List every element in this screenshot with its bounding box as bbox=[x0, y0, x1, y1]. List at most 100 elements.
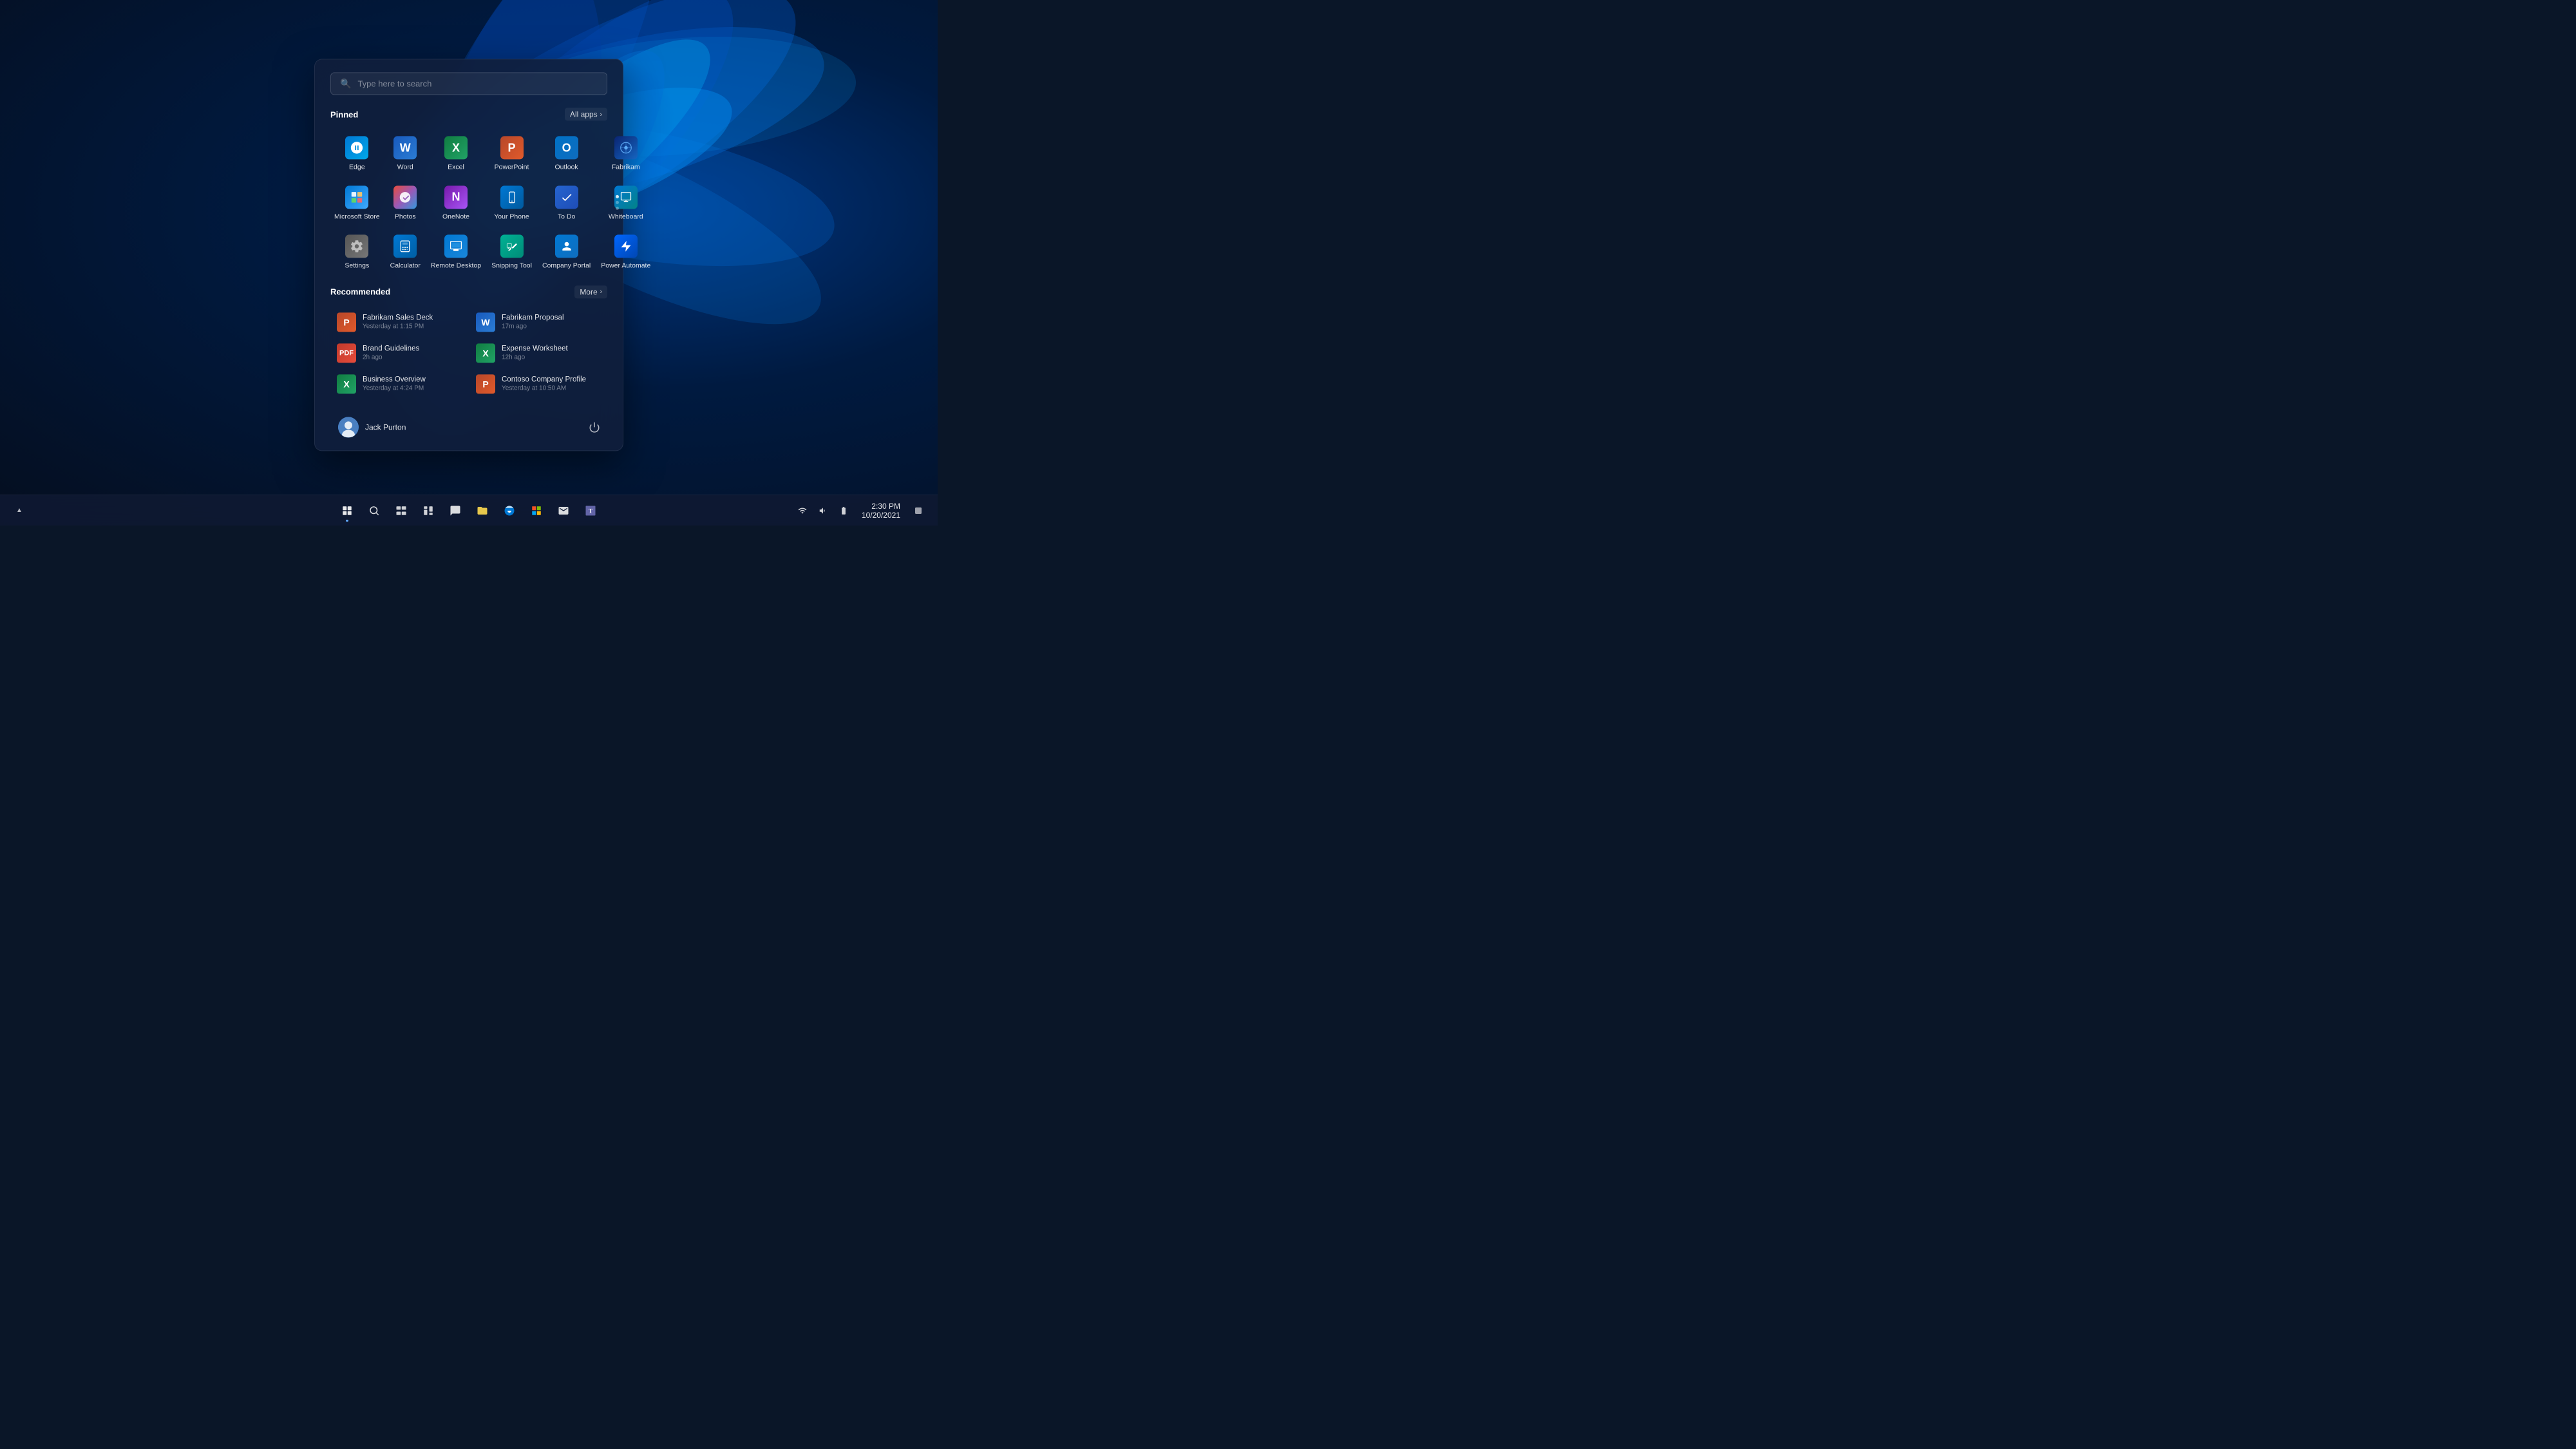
app-whiteboard[interactable]: Whiteboard bbox=[597, 179, 654, 226]
app-your-phone[interactable]: Your Phone bbox=[488, 179, 536, 226]
app-outlook[interactable]: O Outlook bbox=[538, 129, 594, 176]
rec-name-brand-guidelines: Brand Guidelines bbox=[363, 345, 419, 353]
pinned-header: Pinned All apps › bbox=[330, 108, 607, 120]
remote-desktop-label: Remote Desktop bbox=[431, 262, 481, 270]
search-taskbar-button[interactable] bbox=[361, 498, 387, 524]
dot-1 bbox=[616, 195, 619, 198]
svg-text:T: T bbox=[589, 507, 592, 514]
rec-icon-brand-guidelines: PDF bbox=[337, 343, 356, 363]
rec-item-business-overview[interactable]: X Business Overview Yesterday at 4:24 PM bbox=[330, 369, 468, 399]
rec-icon-contoso-company: P bbox=[476, 374, 495, 393]
word-label: Word bbox=[397, 163, 413, 171]
rec-time-expense-worksheet: 12h ago bbox=[502, 354, 568, 361]
rec-item-contoso-company[interactable]: P Contoso Company Profile Yesterday at 1… bbox=[469, 369, 607, 399]
rec-item-expense-worksheet[interactable]: X Expense Worksheet 12h ago bbox=[469, 338, 607, 368]
microsoft-store-icon bbox=[345, 185, 368, 209]
rec-info-expense-worksheet: Expense Worksheet 12h ago bbox=[502, 345, 568, 361]
start-button[interactable] bbox=[334, 498, 360, 524]
pinned-label: Pinned bbox=[330, 109, 358, 119]
search-bar[interactable]: 🔍 Type here to search bbox=[330, 72, 607, 95]
rec-time-fabrikam-proposal: 17m ago bbox=[502, 323, 564, 330]
app-microsoft-store[interactable]: Microsoft Store bbox=[330, 179, 384, 226]
avatar bbox=[338, 417, 359, 437]
recommended-grid: P Fabrikam Sales Deck Yesterday at 1:15 … bbox=[330, 307, 607, 399]
rec-name-contoso-company: Contoso Company Profile bbox=[502, 376, 586, 384]
rec-time-business-overview: Yesterday at 4:24 PM bbox=[363, 385, 426, 392]
expand-tray-button[interactable]: ▲ bbox=[10, 502, 28, 520]
app-photos[interactable]: Photos bbox=[386, 179, 424, 226]
company-portal-label: Company Portal bbox=[542, 262, 591, 270]
app-remote-desktop[interactable]: Remote Desktop bbox=[427, 229, 485, 276]
onenote-icon: N bbox=[444, 185, 468, 209]
notification-button[interactable] bbox=[909, 502, 927, 520]
user-profile-button[interactable]: Jack Purton bbox=[333, 414, 411, 440]
rec-item-fabrikam-sales[interactable]: P Fabrikam Sales Deck Yesterday at 1:15 … bbox=[330, 307, 468, 337]
taskbar-left: ▲ bbox=[10, 502, 28, 520]
start-menu: 🔍 Type here to search Pinned All apps › … bbox=[314, 59, 623, 451]
rec-icon-fabrikam-proposal: W bbox=[476, 312, 495, 332]
volume-icon[interactable] bbox=[814, 502, 832, 520]
rec-time-fabrikam-sales: Yesterday at 1:15 PM bbox=[363, 323, 433, 330]
rec-name-fabrikam-sales: Fabrikam Sales Deck bbox=[363, 314, 433, 322]
microsoft-store-label: Microsoft Store bbox=[334, 213, 380, 221]
all-apps-button[interactable]: All apps › bbox=[565, 108, 607, 120]
user-name: Jack Purton bbox=[365, 422, 406, 431]
taskbar-right: 2:30 PM 10/20/2021 bbox=[793, 500, 927, 521]
your-phone-label: Your Phone bbox=[494, 213, 529, 221]
edge-taskbar-button[interactable] bbox=[497, 498, 522, 524]
store-taskbar-button[interactable] bbox=[524, 498, 549, 524]
more-button[interactable]: More › bbox=[574, 285, 607, 298]
whiteboard-label: Whiteboard bbox=[609, 213, 643, 221]
task-view-button[interactable] bbox=[388, 498, 414, 524]
battery-icon[interactable] bbox=[835, 502, 853, 520]
dot-3 bbox=[616, 207, 619, 210]
settings-icon bbox=[345, 235, 368, 258]
power-automate-label: Power Automate bbox=[601, 262, 650, 270]
teams-taskbar-button[interactable]: T bbox=[578, 498, 603, 524]
app-calculator[interactable]: Calculator bbox=[386, 229, 424, 276]
pinned-section: Pinned All apps › Edge W Word bbox=[330, 108, 607, 275]
rec-name-business-overview: Business Overview bbox=[363, 376, 426, 384]
rec-item-brand-guidelines[interactable]: PDF Brand Guidelines 2h ago bbox=[330, 338, 468, 368]
excel-label: Excel bbox=[448, 163, 464, 171]
recommended-header: Recommended More › bbox=[330, 285, 607, 298]
app-power-automate[interactable]: Power Automate bbox=[597, 229, 654, 276]
taskbar-center: T bbox=[334, 498, 603, 524]
your-phone-icon bbox=[500, 185, 524, 209]
power-button[interactable] bbox=[584, 417, 605, 437]
app-snipping-tool[interactable]: Snipping Tool bbox=[488, 229, 536, 276]
network-icon[interactable] bbox=[793, 502, 811, 520]
rec-info-business-overview: Business Overview Yesterday at 4:24 PM bbox=[363, 376, 426, 392]
system-tray bbox=[793, 502, 853, 520]
word-icon: W bbox=[393, 136, 417, 159]
app-to-do[interactable]: To Do bbox=[538, 179, 594, 226]
edge-icon bbox=[345, 136, 368, 159]
widgets-button[interactable] bbox=[415, 498, 441, 524]
app-edge[interactable]: Edge bbox=[330, 129, 384, 176]
calculator-label: Calculator bbox=[390, 262, 421, 270]
file-explorer-button[interactable] bbox=[469, 498, 495, 524]
edge-label: Edge bbox=[349, 163, 365, 171]
photos-icon bbox=[393, 185, 417, 209]
app-fabrikam[interactable]: Fabrikam bbox=[597, 129, 654, 176]
app-company-portal[interactable]: Company Portal bbox=[538, 229, 594, 276]
rec-time-brand-guidelines: 2h ago bbox=[363, 354, 419, 361]
company-portal-icon bbox=[555, 235, 578, 258]
app-excel[interactable]: X Excel bbox=[427, 129, 485, 176]
rec-name-expense-worksheet: Expense Worksheet bbox=[502, 345, 568, 353]
rec-info-brand-guidelines: Brand Guidelines 2h ago bbox=[363, 345, 419, 361]
app-powerpoint[interactable]: P PowerPoint bbox=[488, 129, 536, 176]
clock-area[interactable]: 2:30 PM 10/20/2021 bbox=[858, 500, 904, 521]
app-word[interactable]: W Word bbox=[386, 129, 424, 176]
powerpoint-icon: P bbox=[500, 136, 524, 159]
rec-item-fabrikam-proposal[interactable]: W Fabrikam Proposal 17m ago bbox=[469, 307, 607, 337]
dot-2 bbox=[616, 201, 619, 204]
mail-taskbar-button[interactable] bbox=[551, 498, 576, 524]
search-input-placeholder: Type here to search bbox=[357, 79, 598, 88]
outlook-label: Outlook bbox=[555, 163, 578, 171]
app-settings[interactable]: Settings bbox=[330, 229, 384, 276]
rec-icon-fabrikam-sales: P bbox=[337, 312, 356, 332]
app-onenote[interactable]: N OneNote bbox=[427, 179, 485, 226]
to-do-icon bbox=[555, 185, 578, 209]
chat-button[interactable] bbox=[442, 498, 468, 524]
